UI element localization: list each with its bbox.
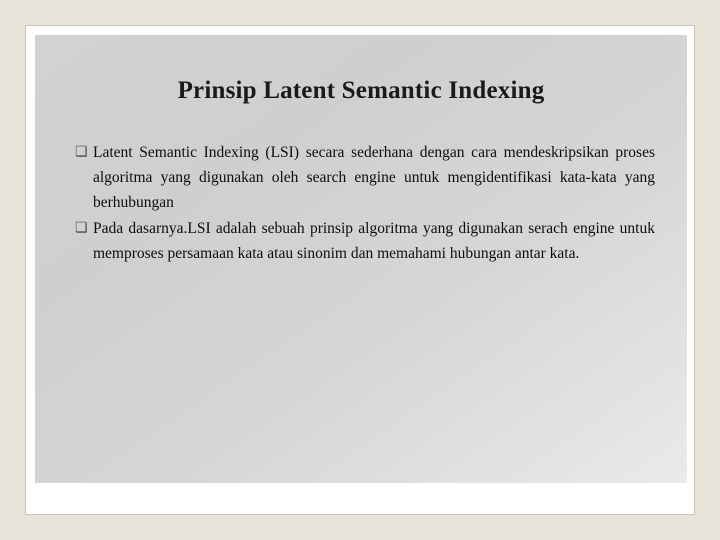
- list-item: ❏ Pada dasarnya.LSI adalah sebuah prinsi…: [75, 216, 655, 266]
- slide: Prinsip Latent Semantic Indexing ❏ Laten…: [25, 25, 695, 515]
- bullet-square-icon: ❏: [75, 145, 88, 160]
- list-item-text: Latent Semantic Indexing (LSI) secara se…: [93, 144, 655, 211]
- bullet-square-icon: ❏: [75, 221, 88, 236]
- list-item-text: Pada dasarnya.LSI adalah sebuah prinsip …: [93, 220, 655, 262]
- slide-content-panel: Prinsip Latent Semantic Indexing ❏ Laten…: [35, 35, 687, 483]
- page-title: Prinsip Latent Semantic Indexing: [177, 77, 545, 104]
- bullet-list: ❏ Latent Semantic Indexing (LSI) secara …: [75, 140, 655, 267]
- list-item: ❏ Latent Semantic Indexing (LSI) secara …: [75, 140, 655, 215]
